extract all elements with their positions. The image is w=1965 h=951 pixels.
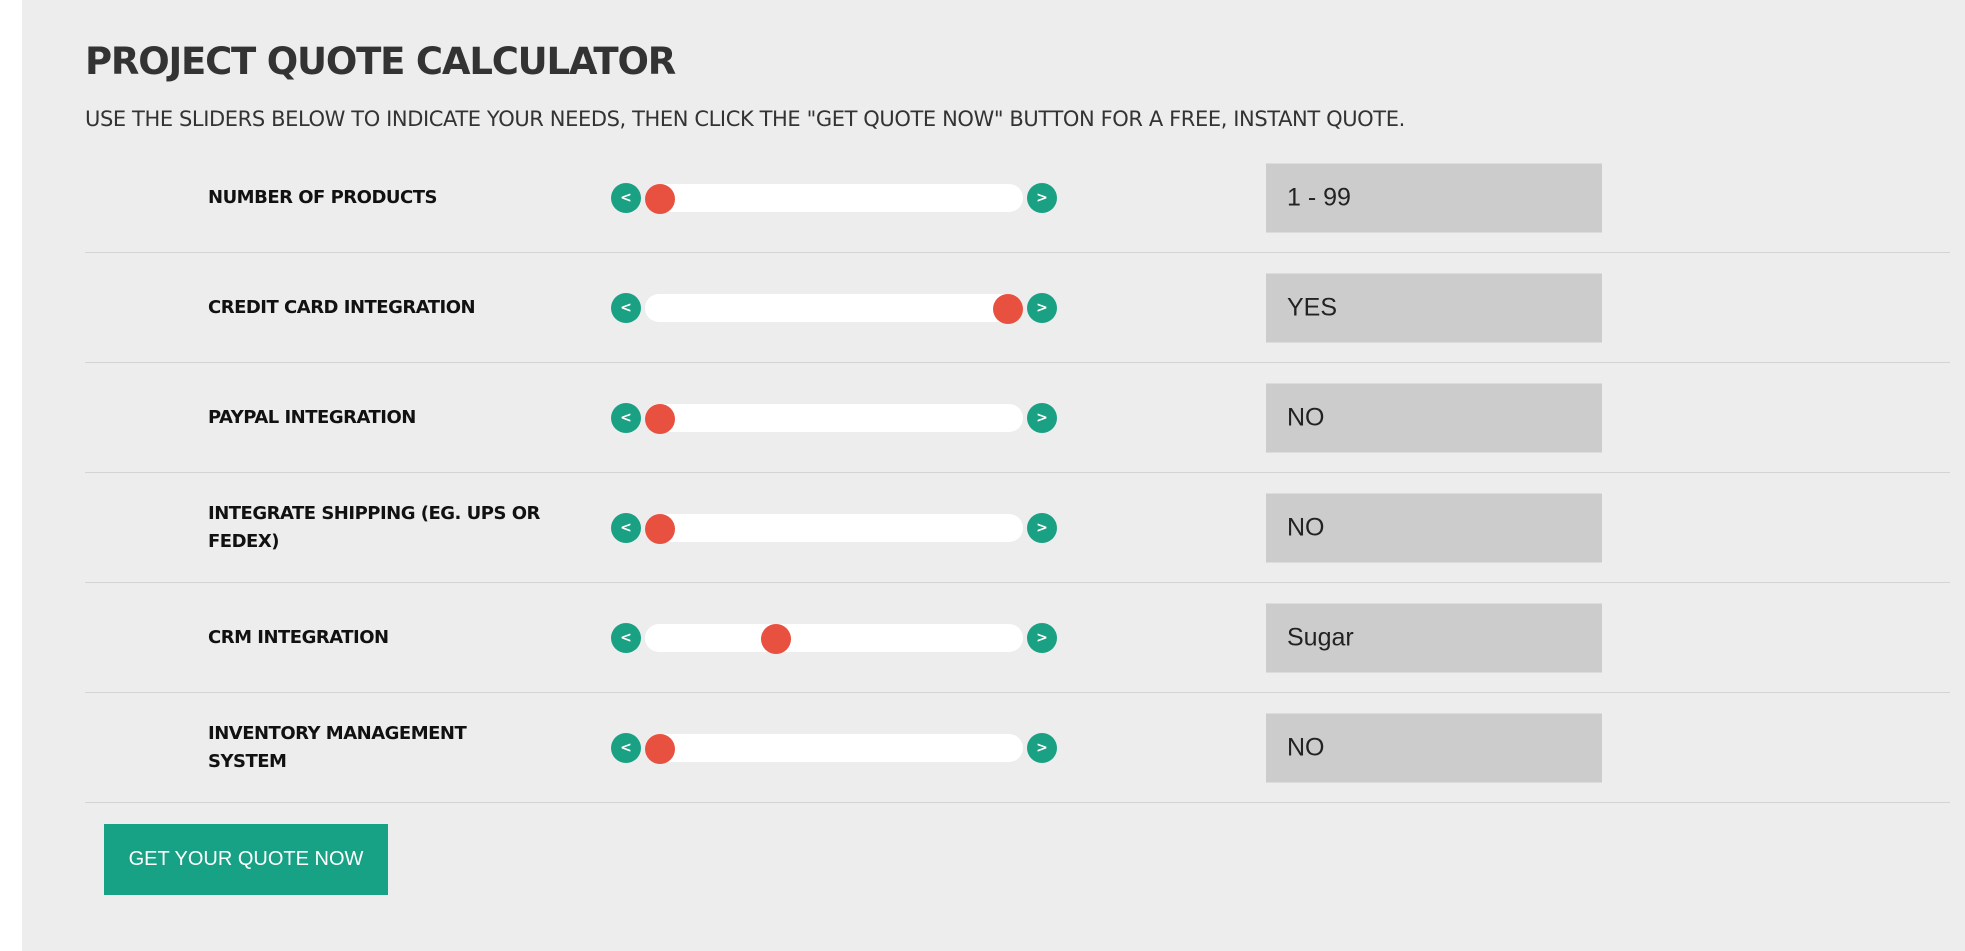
slider-value: Sugar [1266,603,1602,672]
slider-row-inventory-management-system: INVENTORY MANAGEMENT SYSTEM < > NO [85,693,1950,803]
slider-row-paypal-integration: PAYPAL INTEGRATION < > NO [85,363,1950,473]
page-title: PROJECT QUOTE CALCULATOR [85,40,676,83]
slider-row-number-of-products: NUMBER OF PRODUCTS < > 1 - 99 [85,143,1950,253]
slider-thumb[interactable] [645,513,675,544]
slider-value: YES [1266,273,1602,342]
chevron-left-icon[interactable]: < [611,402,641,433]
get-quote-button[interactable]: GET YOUR QUOTE NOW [104,824,388,895]
slider-label: INVENTORY MANAGEMENT SYSTEM [208,722,467,772]
slider-label: CRM INTEGRATION [208,626,389,648]
chevron-right-icon[interactable]: > [1027,292,1057,323]
slider-thumb[interactable] [993,293,1023,324]
chevron-left-icon[interactable]: < [611,622,641,653]
chevron-left-icon[interactable]: < [611,182,641,213]
slider-thumb[interactable] [645,733,675,764]
slider-value: NO [1266,493,1602,562]
slider-label: NUMBER OF PRODUCTS [208,186,437,208]
paypal-integration-slider[interactable]: < > [611,402,1057,434]
slider-thumb[interactable] [760,623,791,654]
quote-calculator-panel: PROJECT QUOTE CALCULATOR USE THE SLIDERS… [22,0,1965,951]
slider-label: PAYPAL INTEGRATION [208,406,416,428]
number-of-products-slider[interactable]: < > [611,182,1057,214]
chevron-right-icon[interactable]: > [1027,402,1057,433]
crm-integration-slider[interactable]: < > [611,622,1057,654]
slider-list: NUMBER OF PRODUCTS < > 1 - 99 CREDIT CAR… [85,143,1950,803]
slider-label: CREDIT CARD INTEGRATION [208,296,476,318]
slider-label: INTEGRATE SHIPPING (EG. UPS OR FEDEX) [208,502,540,552]
slider-value: 1 - 99 [1266,163,1602,232]
chevron-left-icon[interactable]: < [611,292,641,323]
chevron-left-icon[interactable]: < [611,512,641,543]
slider-value: NO [1266,713,1602,782]
slider-value: NO [1266,383,1602,452]
slider-track[interactable] [645,513,1023,544]
integrate-shipping-slider[interactable]: < > [611,512,1057,544]
slider-thumb[interactable] [645,183,675,214]
slider-track[interactable] [645,623,1023,654]
slider-row-crm-integration: CRM INTEGRATION < > Sugar [85,583,1950,693]
chevron-right-icon[interactable]: > [1027,622,1057,653]
slider-track[interactable] [645,403,1023,434]
chevron-left-icon[interactable]: < [611,732,641,763]
chevron-right-icon[interactable]: > [1027,182,1057,213]
inventory-management-system-slider[interactable]: < > [611,732,1057,764]
credit-card-integration-slider[interactable]: < > [611,292,1057,324]
slider-track[interactable] [645,293,1023,324]
slider-track[interactable] [645,183,1023,214]
slider-row-credit-card-integration: CREDIT CARD INTEGRATION < > YES [85,253,1950,363]
slider-row-integrate-shipping: INTEGRATE SHIPPING (EG. UPS OR FEDEX) < … [85,473,1950,583]
instructions-text: USE THE SLIDERS BELOW TO INDICATE YOUR N… [85,107,1405,131]
chevron-right-icon[interactable]: > [1027,512,1057,543]
chevron-right-icon[interactable]: > [1027,732,1057,763]
slider-thumb[interactable] [645,403,675,434]
slider-track[interactable] [645,733,1023,764]
